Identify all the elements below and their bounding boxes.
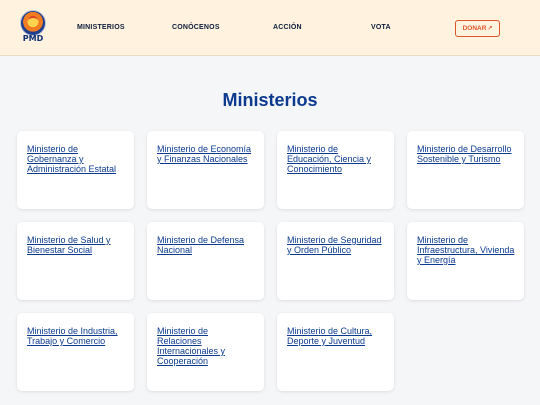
ministry-link[interactable]: Ministerio de Defensa Nacional (157, 235, 255, 255)
logo-text: PMD (22, 34, 44, 43)
pmd-logo[interactable]: PMD (20, 10, 46, 44)
nav-link-conocenos[interactable]: CONÓCENOS (172, 24, 220, 31)
donate-label: DONAR (462, 25, 487, 32)
ministry-card[interactable]: Ministerio de Defensa Nacional (147, 222, 264, 300)
ministry-link[interactable]: Ministerio de Economía y Finanzas Nacion… (157, 144, 255, 164)
donate-button[interactable]: DONAR↗ (455, 20, 500, 37)
nav-link-accion[interactable]: ACCIÓN (273, 24, 302, 31)
ministry-card[interactable]: Ministerio de Educación, Ciencia y Conoc… (277, 131, 394, 209)
ministry-card[interactable]: Ministerio de Seguridad y Orden Público (277, 222, 394, 300)
ministry-link[interactable]: Ministerio de Gobernanza y Administració… (27, 144, 125, 174)
top-navigation-bar: PMD MINISTERIOS CONÓCENOS ACCIÓN VOTA DO… (0, 0, 540, 56)
ministry-link[interactable]: Ministerio de Seguridad y Orden Público (287, 235, 385, 255)
ministry-card[interactable]: Ministerio de Cultura, Deporte y Juventu… (277, 313, 394, 391)
ministry-card[interactable]: Ministerio de Gobernanza y Administració… (17, 131, 134, 209)
nav-link-ministerios[interactable]: MINISTERIOS (77, 24, 125, 31)
page-title: Ministerios (222, 90, 318, 110)
logo-emblem-icon (20, 10, 46, 36)
ministry-link[interactable]: Ministerio de Relaciones Internacionales… (157, 326, 255, 366)
ministry-card[interactable]: Ministerio de Industria, Trabajo y Comer… (17, 313, 134, 391)
ministry-card[interactable]: Ministerio de Salud y Bienestar Social (17, 222, 134, 300)
ministry-link[interactable]: Ministerio de Industria, Trabajo y Comer… (27, 326, 125, 346)
ministry-link[interactable]: Ministerio de Desarrollo Sostenible y Tu… (417, 144, 515, 164)
ministry-link[interactable]: Ministerio de Infraestructura, Vivienda … (417, 235, 515, 265)
external-link-icon: ↗ (487, 26, 493, 32)
ministry-card[interactable]: Ministerio de Desarrollo Sostenible y Tu… (407, 131, 524, 209)
ministry-card[interactable]: Ministerio de Economía y Finanzas Nacion… (147, 131, 264, 209)
ministry-card[interactable]: Ministerio de Relaciones Internacionales… (147, 313, 264, 391)
ministry-link[interactable]: Ministerio de Educación, Ciencia y Conoc… (287, 144, 385, 174)
ministry-link[interactable]: Ministerio de Salud y Bienestar Social (27, 235, 125, 255)
nav-link-vota[interactable]: VOTA (371, 24, 391, 31)
ministry-card[interactable]: Ministerio de Infraestructura, Vivienda … (407, 222, 524, 300)
ministry-link[interactable]: Ministerio de Cultura, Deporte y Juventu… (287, 326, 385, 346)
